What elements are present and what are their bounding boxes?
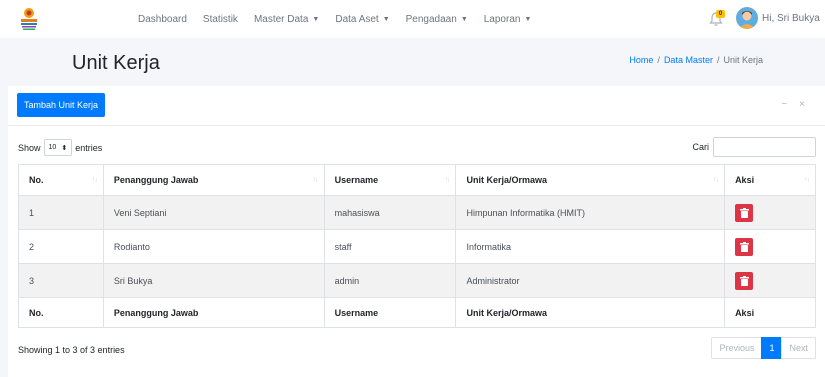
column-header-label: Penanggung Jawab: [113, 175, 199, 185]
notification-badge: 0: [716, 10, 725, 18]
cell-unit-kerja: Informatika: [455, 229, 726, 264]
table-row: 1 Veni Septiani mahasiswa Himpunan Infor…: [18, 195, 816, 230]
cell-penanggung-jawab: Rodianto: [102, 229, 325, 264]
length-prefix: Show: [18, 142, 41, 153]
footer-penanggung-jawab: Penanggung Jawab: [102, 297, 325, 328]
page-title: Unit Kerja: [72, 52, 160, 74]
search-control: Cari: [692, 137, 816, 157]
close-icon[interactable]: ×: [799, 99, 805, 110]
length-suffix: entries: [75, 142, 103, 153]
footer-aksi: Aksi: [724, 297, 816, 328]
delete-button[interactable]: [735, 237, 754, 256]
avatar[interactable]: [736, 7, 758, 29]
trash-icon: [739, 207, 749, 218]
sort-icon: ↑↓: [713, 176, 719, 184]
column-header-label: Username: [334, 175, 379, 185]
column-header-label: No.: [29, 175, 44, 185]
footer-username: Username: [323, 297, 457, 328]
entries-length-control: Show 10 ⬍ entries: [18, 139, 102, 156]
delete-button[interactable]: [735, 203, 754, 222]
collapse-icon[interactable]: −: [781, 99, 787, 110]
nav-data-aset-label: Data Aset: [335, 13, 379, 25]
column-header-username[interactable]: Username ↑↓: [323, 164, 457, 196]
nav-dashboard[interactable]: Dashboard: [130, 14, 195, 25]
nav-data-aset[interactable]: Data Aset ▼: [327, 14, 397, 25]
nav-dashboard-label: Dashboard: [138, 13, 187, 25]
cell-unit-kerja: Administrator: [455, 263, 726, 298]
column-header-unit-kerja[interactable]: Unit Kerja/Ormawa ↑↓: [455, 164, 726, 196]
sort-icon: ↑↓: [804, 176, 810, 184]
footer-no: No.: [18, 297, 104, 328]
search-label: Cari: [692, 142, 709, 152]
caret-down-icon: ▼: [382, 15, 390, 23]
entries-select-value: 10: [48, 144, 57, 151]
breadcrumb-separator: /: [716, 55, 720, 65]
main-menu: Dashboard Statistik Master Data ▼ Data As…: [130, 0, 539, 38]
caret-down-icon: ▼: [524, 15, 532, 23]
column-header-label: Unit Kerja/Ormawa: [466, 175, 547, 185]
pagination: Previous 1 Next: [711, 337, 816, 359]
table-row: 3 Sri Bukya admin Administrator: [18, 263, 816, 298]
breadcrumb-home[interactable]: Home: [629, 55, 653, 65]
nav-laporan-label: Laporan: [483, 13, 521, 25]
card-header: Tambah Unit Kerja − ×: [8, 86, 825, 126]
sort-icon: ↑↓: [444, 176, 450, 184]
column-header-no[interactable]: No. ↑↓: [18, 164, 104, 196]
cell-no: 2: [18, 229, 104, 264]
cell-username: admin: [323, 263, 457, 298]
column-header-aksi[interactable]: Aksi ↑↓: [724, 164, 816, 196]
table-header-row: No. ↑↓ Penanggung Jawab ↑↓ Username ↑↓ Unit…: [18, 164, 816, 196]
card-tools: − ×: [781, 99, 805, 110]
breadcrumb-current: Unit Kerja: [723, 55, 763, 65]
nav-statistik-label: Statistik: [202, 13, 238, 25]
cell-penanggung-jawab: Veni Septiani: [102, 195, 325, 230]
cell-unit-kerja: Himpunan Informatika (HMIT): [455, 195, 726, 230]
nav-master-data-label: Master Data: [253, 13, 309, 25]
delete-button[interactable]: [735, 271, 754, 290]
select-arrows-icon: ⬍: [61, 144, 68, 152]
cell-penanggung-jawab: Sri Bukya: [102, 263, 325, 298]
add-unit-kerja-button[interactable]: Tambah Unit Kerja: [17, 93, 106, 117]
breadcrumb: Home / Data Master / Unit Kerja: [629, 55, 763, 65]
cell-no: 3: [18, 263, 104, 298]
caret-down-icon: ▼: [460, 15, 468, 23]
table-footer-row: No. Penanggung Jawab Username Unit Kerja…: [18, 297, 816, 328]
trash-icon: [739, 241, 749, 252]
user-greeting[interactable]: Hi, Sri Bukya: [762, 13, 820, 24]
caret-down-icon: ▼: [312, 15, 320, 23]
nav-pengadaan[interactable]: Pengadaan ▼: [398, 14, 476, 25]
nav-laporan[interactable]: Laporan ▼: [476, 14, 540, 25]
column-header-label: Aksi: [735, 175, 755, 185]
column-header-penanggung-jawab[interactable]: Penanggung Jawab ↑↓: [102, 164, 325, 196]
breadcrumb-data-master[interactable]: Data Master: [664, 55, 713, 65]
nav-pengadaan-label: Pengadaan: [405, 13, 457, 25]
nav-master-data[interactable]: Master Data ▼: [246, 14, 327, 25]
footer-unit-kerja: Unit Kerja/Ormawa: [455, 297, 726, 328]
cell-aksi: [724, 229, 816, 264]
cell-username: staff: [323, 229, 457, 264]
table-row: 2 Rodianto staff Informatika: [18, 229, 816, 264]
entries-select[interactable]: 10 ⬍: [43, 139, 73, 156]
search-input[interactable]: [713, 137, 816, 157]
institution-logo-icon[interactable]: [18, 6, 40, 32]
breadcrumb-separator: /: [657, 55, 660, 65]
sort-icon: ↑↓: [91, 176, 98, 184]
nav-statistik[interactable]: Statistik: [195, 14, 246, 25]
page-1-button[interactable]: 1: [761, 337, 783, 359]
cell-username: mahasiswa: [323, 195, 457, 230]
table-info: Showing 1 to 3 of 3 entries: [18, 345, 125, 355]
unit-kerja-table: No. ↑↓ Penanggung Jawab ↑↓ Username ↑↓ Unit…: [18, 164, 816, 328]
sort-icon: ↑↓: [312, 176, 319, 184]
previous-page-button[interactable]: Previous: [711, 337, 763, 359]
top-navbar: Dashboard Statistik Master Data ▼ Data As…: [0, 0, 825, 38]
content-header: Unit Kerja Home / Data Master / Unit Kerja: [0, 38, 825, 86]
next-page-button[interactable]: Next: [781, 337, 816, 359]
cell-no: 1: [18, 195, 104, 230]
cell-aksi: [724, 263, 816, 298]
unit-kerja-card: Tambah Unit Kerja − × Show 10 ⬍ entries …: [8, 86, 825, 377]
cell-aksi: [724, 195, 816, 230]
trash-icon: [739, 275, 749, 286]
user-avatar-icon: [736, 7, 758, 29]
